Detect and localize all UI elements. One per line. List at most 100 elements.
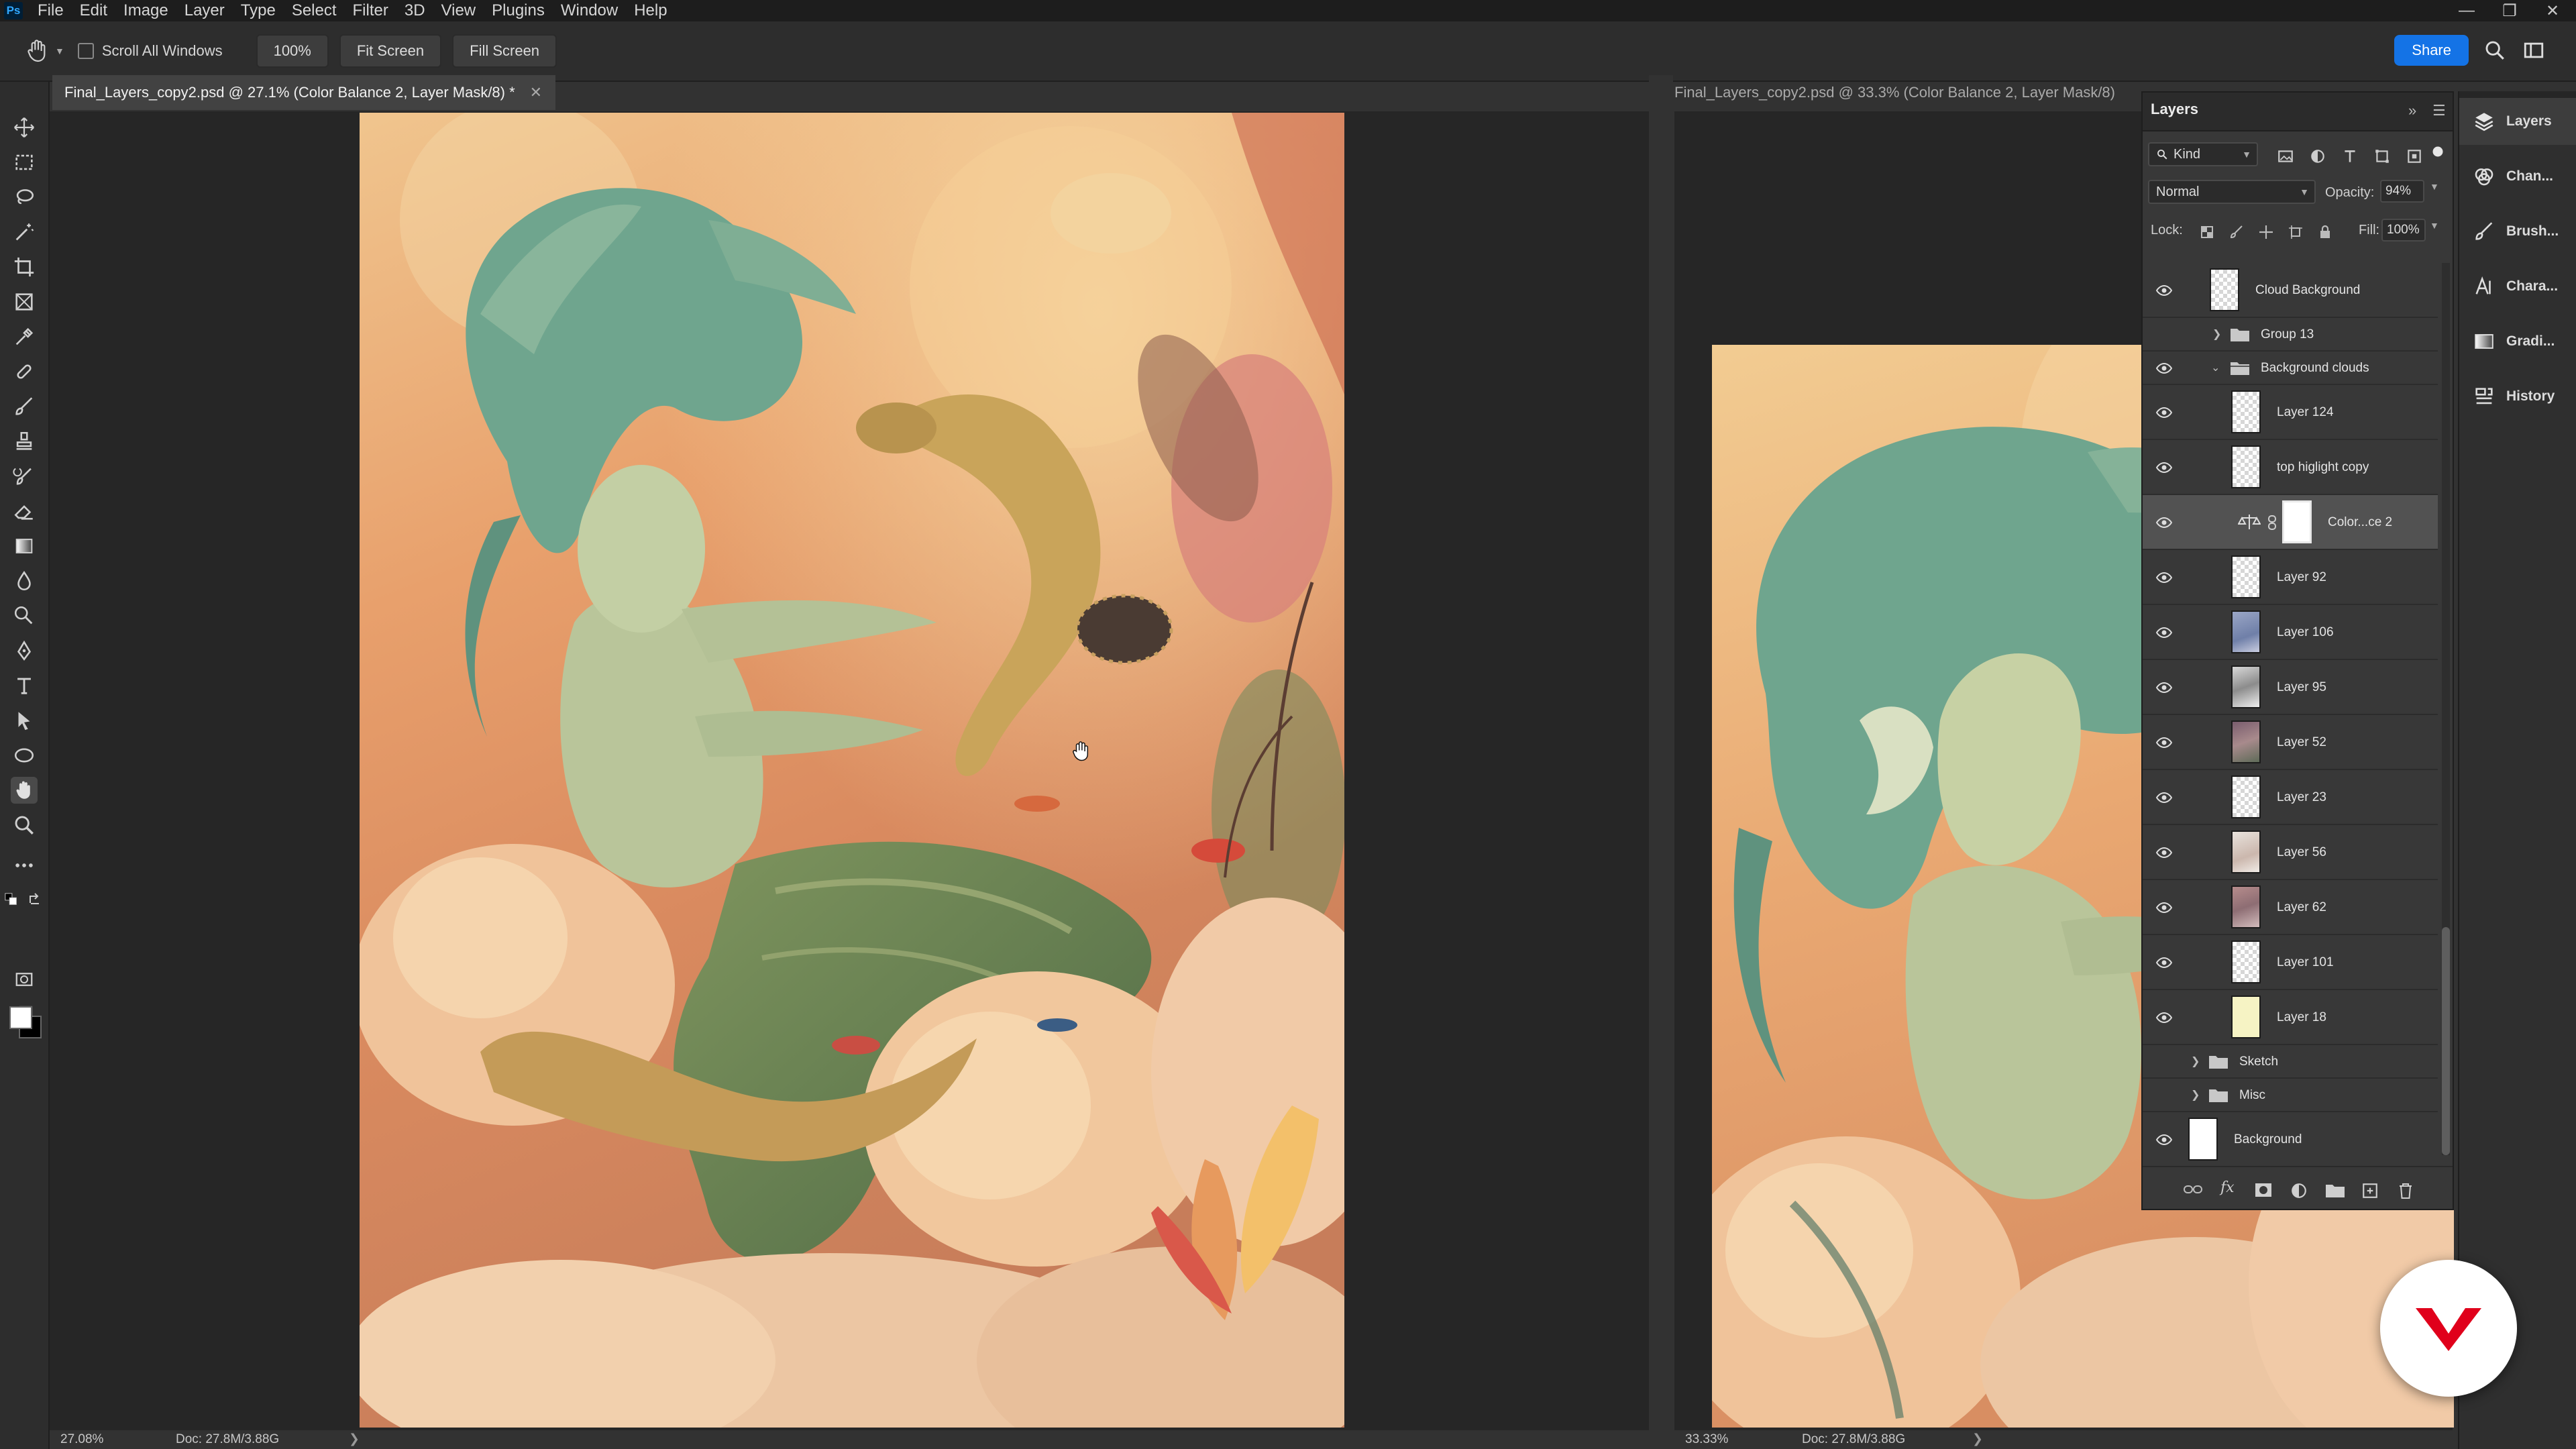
mask-link-icon[interactable] — [2267, 515, 2277, 530]
eyedropper-icon[interactable] — [11, 323, 38, 350]
document-tab-secondary[interactable]: Final_Layers_copy2.psd @ 33.3% (Color Ba… — [1674, 75, 2115, 110]
menu-edit[interactable]: Edit — [72, 0, 115, 21]
visibility-eye-icon[interactable] — [2156, 900, 2172, 916]
layer-row-group-13[interactable]: ❯ Group 13 — [2143, 318, 2438, 352]
default-colors-icon[interactable] — [4, 892, 19, 907]
brush-icon[interactable] — [11, 393, 38, 420]
fx-icon[interactable]: fx — [2220, 1179, 2235, 1196]
gradient-icon[interactable] — [11, 533, 38, 559]
opacity-chevron-icon[interactable]: ▼ — [2430, 181, 2439, 192]
menu-window[interactable]: Window — [553, 0, 626, 21]
chevron-down-icon[interactable]: ▼ — [55, 46, 64, 56]
hand-icon[interactable] — [11, 777, 38, 804]
lock-all-icon[interactable] — [2317, 224, 2333, 240]
visibility-eye-icon[interactable] — [2156, 845, 2172, 861]
menu-filter[interactable]: Filter — [345, 0, 396, 21]
layer-row-layer-52[interactable]: Layer 52 — [2143, 715, 2438, 770]
layer-row-layer-95[interactable]: Layer 95 — [2143, 660, 2438, 715]
history-brush-icon[interactable] — [11, 463, 38, 490]
layer-row-layer-18[interactable]: Layer 18 — [2143, 990, 2438, 1045]
layer-row-layer-56[interactable]: Layer 56 — [2143, 825, 2438, 880]
close-icon[interactable]: ✕ — [2542, 1, 2563, 21]
visibility-eye-icon[interactable] — [2156, 955, 2172, 971]
zoom-icon[interactable] — [11, 812, 38, 839]
minimize-icon[interactable]: — — [2457, 1, 2477, 20]
workspace-icon[interactable] — [2522, 39, 2545, 62]
visibility-eye-icon[interactable] — [2156, 790, 2172, 806]
scroll-all-windows-checkbox[interactable] — [77, 43, 94, 59]
menu-help[interactable]: Help — [626, 0, 675, 21]
lock-transparency-icon[interactable] — [2199, 224, 2215, 240]
menu-image[interactable]: Image — [115, 0, 176, 21]
dock-history[interactable]: History — [2459, 373, 2576, 420]
quick-mask-icon[interactable] — [11, 966, 38, 993]
layer-row-sketch[interactable]: ❯ Sketch — [2143, 1045, 2438, 1079]
zoom-level-status-secondary[interactable]: 33.33% — [1685, 1430, 1728, 1449]
type-icon[interactable] — [11, 672, 38, 699]
layer-row-layer-101[interactable]: Layer 101 — [2143, 935, 2438, 990]
chevron-right-icon[interactable]: ❯ — [2191, 1055, 2200, 1068]
dock-character[interactable]: Chara... — [2459, 263, 2576, 310]
layer-row-layer-106[interactable]: Layer 106 — [2143, 605, 2438, 660]
healing-brush-icon[interactable] — [11, 358, 38, 385]
layer-row-layer-92[interactable]: Layer 92 — [2143, 550, 2438, 605]
dock-layers[interactable]: Layers — [2459, 98, 2576, 145]
more-tools-icon[interactable] — [11, 852, 38, 879]
opacity-input[interactable]: 94% — [2380, 180, 2424, 203]
menu-plugins[interactable]: Plugins — [484, 0, 553, 21]
panel-menu-icon[interactable]: ☰ — [2432, 102, 2446, 119]
layer-row-layer-62[interactable]: Layer 62 — [2143, 880, 2438, 935]
menu-view[interactable]: View — [433, 0, 484, 21]
zoom-level-status[interactable]: 27.08% — [60, 1430, 103, 1449]
magic-wand-icon[interactable] — [11, 219, 38, 246]
visibility-eye-icon[interactable] — [2156, 282, 2172, 299]
crop-icon[interactable] — [11, 254, 38, 280]
clone-stamp-icon[interactable] — [11, 428, 38, 455]
dock-gradients[interactable]: Gradi... — [2459, 318, 2576, 365]
visibility-eye-icon[interactable] — [2156, 1010, 2172, 1026]
layer-row-layer-23[interactable]: Layer 23 — [2143, 770, 2438, 825]
visibility-eye-icon[interactable] — [2156, 515, 2172, 531]
link-layers-icon[interactable] — [2183, 1182, 2203, 1197]
layer-row-color-balance-2[interactable]: Color...ce 2 — [2143, 495, 2438, 550]
chevron-right-icon[interactable]: ❯ — [2191, 1088, 2200, 1102]
frame-icon[interactable] — [11, 288, 38, 315]
foreground-color-swatch[interactable] — [9, 1006, 32, 1029]
restore-icon[interactable]: ❐ — [2500, 1, 2520, 21]
close-tab-icon[interactable]: ✕ — [530, 84, 542, 101]
visibility-eye-icon[interactable] — [2156, 460, 2172, 476]
fit-screen-button[interactable]: Fit Screen — [339, 34, 442, 68]
ps-logo[interactable]: Ps — [4, 2, 23, 19]
layer-mask-thumbnail[interactable] — [2282, 500, 2312, 543]
collapse-panel-icon[interactable]: » — [2408, 102, 2416, 119]
hand-tool-preset-icon[interactable] — [24, 38, 51, 64]
menu-select[interactable]: Select — [284, 0, 345, 21]
marquee-icon[interactable] — [11, 149, 38, 176]
filter-toggle-icon[interactable] — [2431, 145, 2445, 158]
blur-icon[interactable] — [11, 568, 38, 594]
status-expand-icon[interactable]: ❯ — [349, 1430, 360, 1449]
visibility-eye-icon[interactable] — [2156, 735, 2172, 751]
visibility-eye-icon[interactable] — [2156, 680, 2172, 696]
lock-pixels-icon[interactable] — [2229, 224, 2245, 240]
layer-row-layer-124[interactable]: Layer 124 — [2143, 385, 2438, 440]
visibility-eye-icon[interactable] — [2156, 625, 2172, 641]
fill-screen-button[interactable]: Fill Screen — [452, 34, 557, 68]
dodge-icon[interactable] — [11, 602, 38, 629]
layer-row-background-clouds[interactable]: ⌄ Background clouds — [2143, 352, 2438, 385]
filter-pixel-icon[interactable] — [2277, 148, 2294, 165]
layers-panel-title[interactable]: Layers — [2151, 101, 2198, 118]
path-selection-icon[interactable] — [11, 707, 38, 734]
search-icon[interactable] — [2483, 39, 2506, 62]
menu-type[interactable]: Type — [233, 0, 284, 21]
lock-position-icon[interactable] — [2258, 224, 2274, 240]
lasso-icon[interactable] — [11, 184, 38, 211]
swap-colors-icon[interactable] — [27, 891, 43, 907]
ellipse-icon[interactable] — [11, 742, 38, 769]
visibility-eye-icon[interactable] — [2156, 1132, 2172, 1148]
artwork-canvas-primary[interactable] — [360, 113, 1344, 1428]
zoom-100-button[interactable]: 100% — [256, 34, 329, 68]
fill-chevron-icon[interactable]: ▼ — [2430, 220, 2439, 231]
dock-brush-settings[interactable]: Brush... — [2459, 208, 2576, 255]
document-tab-active[interactable]: Final_Layers_copy2.psd @ 27.1% (Color Ba… — [52, 75, 555, 110]
